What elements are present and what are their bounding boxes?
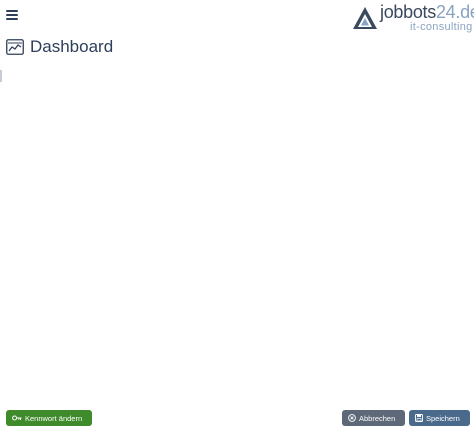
close-circle-icon [348, 414, 356, 422]
save-button[interactable]: Speichern [409, 410, 470, 426]
logo-name-accent: 24.de [435, 2, 474, 22]
hamburger-menu-icon[interactable] [6, 10, 18, 20]
logo-tagline: it-consulting [410, 21, 473, 33]
cancel-label: Abbrechen [359, 413, 396, 423]
change-password-label: Kennwort ändern [25, 413, 83, 423]
chart-icon [6, 39, 24, 55]
app-page: jobbots24.de it-consulting Dashboard Ken… [0, 0, 474, 429]
triangle-logo-icon [353, 7, 377, 29]
floppy-disk-icon [415, 414, 423, 422]
page-heading: Dashboard [6, 36, 113, 58]
change-password-button[interactable]: Kennwort ändern [6, 410, 92, 426]
save-label: Speichern [426, 413, 460, 423]
key-icon [12, 415, 22, 421]
page-title: Dashboard [30, 37, 114, 56]
logo-name-main: jobbots [380, 2, 436, 22]
cancel-button[interactable]: Abbrechen [342, 410, 405, 426]
sidebar-edge-handle[interactable] [0, 70, 2, 82]
logo-name: jobbots24.de [380, 2, 474, 22]
company-logo[interactable]: jobbots24.de it-consulting [352, 2, 474, 33]
